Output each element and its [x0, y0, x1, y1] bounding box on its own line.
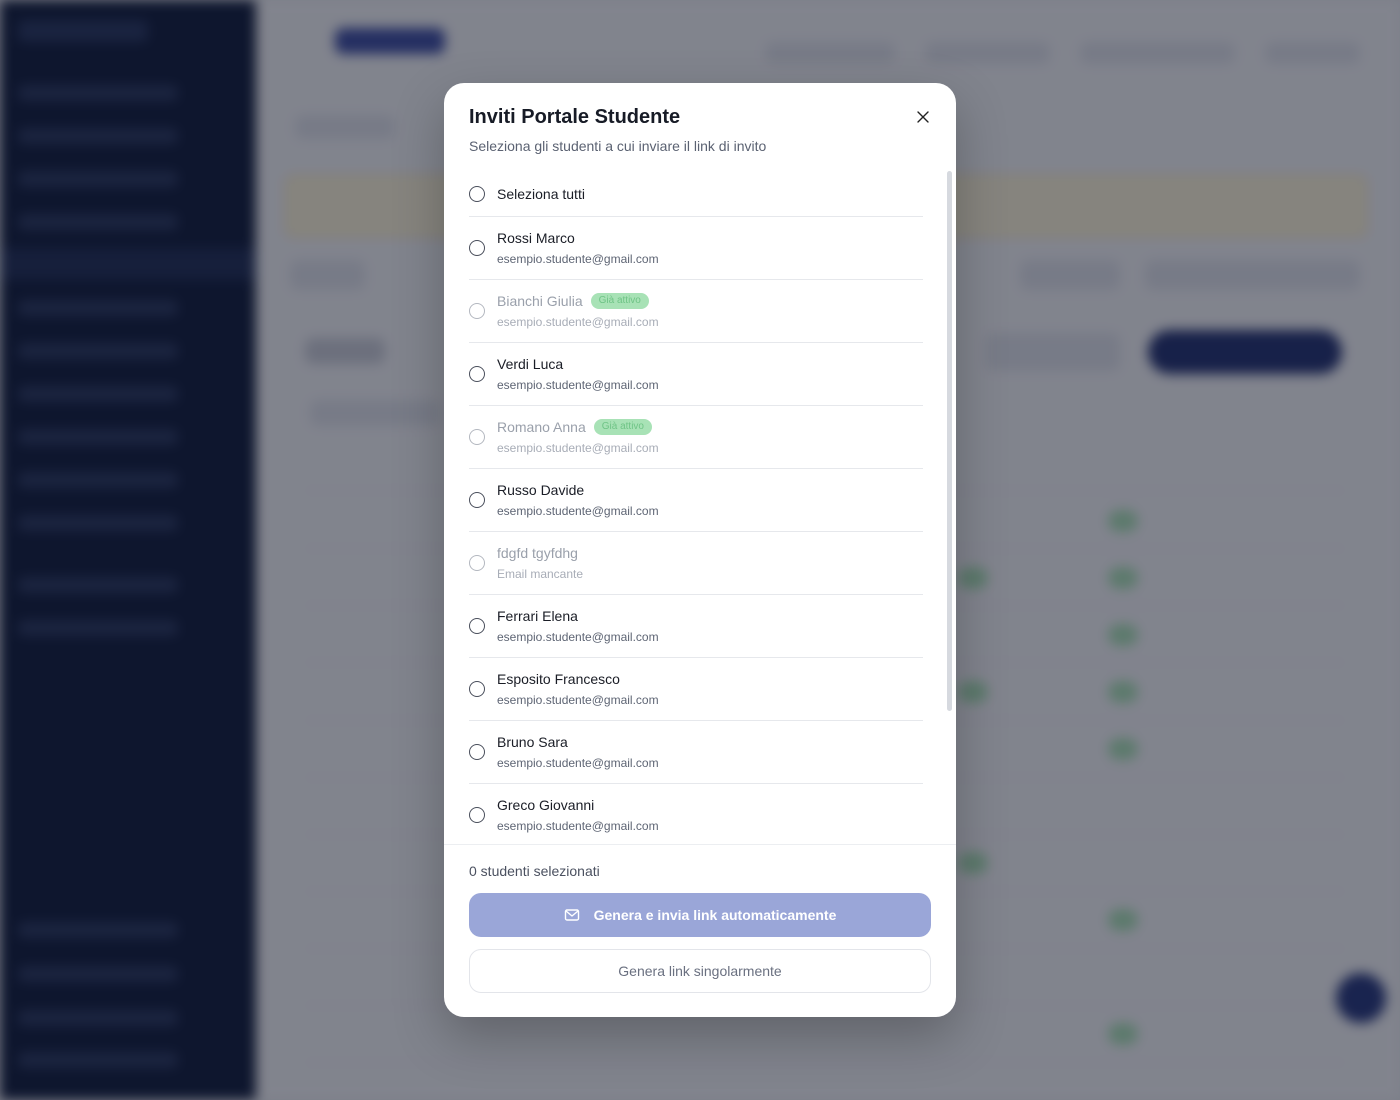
student-list: Seleziona tutti Rossi Marco esempio.stude… [469, 171, 923, 843]
student-email: esempio.studente@gmail.com [497, 378, 659, 392]
student-name: Rossi Marco [497, 230, 575, 246]
student-radio [469, 429, 485, 445]
modal-subtitle: Seleziona gli studenti a cui inviare il … [469, 138, 767, 154]
generate-single-button[interactable]: Genera link singolarmente [469, 949, 931, 993]
student-radio [469, 555, 485, 571]
student-radio[interactable] [469, 681, 485, 697]
select-all-row[interactable]: Seleziona tutti [469, 171, 923, 217]
student-name: fdgfd tgyfdhg [497, 545, 578, 561]
student-row[interactable]: Greco Giovanni esempio.studente@gmail.com [469, 784, 923, 843]
student-name-line: Ferrari Elena [497, 608, 578, 624]
student-row[interactable]: Rossi Marco esempio.studente@gmail.com [469, 217, 923, 280]
list-scrollbar[interactable] [947, 171, 952, 711]
student-name: Romano Anna [497, 419, 586, 435]
select-all-radio[interactable] [469, 185, 485, 202]
student-name: Russo Davide [497, 482, 585, 498]
student-email: esempio.studente@gmail.com [497, 756, 659, 770]
student-name-line: Verdi Luca [497, 356, 563, 372]
student-email: esempio.studente@gmail.com [497, 819, 659, 833]
student-row: Romano Anna Già attivo esempio.studente@gm… [469, 406, 923, 469]
student-radio[interactable] [469, 618, 485, 634]
student-row[interactable]: Ferrari Elena esempio.studente@gmail.com [469, 595, 923, 658]
student-rows: Rossi Marco esempio.studente@gmail.com Bia… [469, 217, 923, 843]
generate-single-button-label: Genera link singolarmente [618, 963, 782, 979]
student-name-line: Romano Anna Già attivo [497, 419, 652, 435]
student-radio[interactable] [469, 744, 485, 760]
student-radio [469, 303, 485, 319]
student-row: fdgfd tgyfdhg Email mancante [469, 532, 923, 595]
student-list-container[interactable]: Seleziona tutti Rossi Marco esempio.stude… [469, 171, 931, 843]
student-email: esempio.studente@gmail.com [497, 630, 659, 644]
student-name: Ferrari Elena [497, 608, 578, 624]
student-row[interactable]: Esposito Francesco esempio.studente@gmail… [469, 658, 923, 721]
student-name-line: fdgfd tgyfdhg [497, 545, 578, 561]
student-name: Esposito Francesco [497, 671, 620, 687]
student-email: esempio.studente@gmail.com [497, 441, 659, 455]
status-badge: Già attivo [593, 419, 652, 435]
selected-count: 0 studenti selezionati [469, 863, 600, 879]
mail-icon [564, 909, 579, 921]
student-radio[interactable] [469, 366, 485, 382]
invite-modal: Inviti Portale Studente Seleziona gli st… [444, 83, 956, 1017]
student-name-line: Esposito Francesco [497, 671, 620, 687]
student-name-line: Bianchi Giulia Già attivo [497, 293, 649, 309]
student-email: esempio.studente@gmail.com [497, 315, 659, 329]
student-name-line: Greco Giovanni [497, 797, 594, 813]
student-name: Verdi Luca [497, 356, 564, 372]
student-name: Greco Giovanni [497, 797, 595, 813]
student-name-line: Russo Davide [497, 482, 584, 498]
select-all-label: Seleziona tutti [497, 185, 585, 202]
close-icon [917, 111, 929, 123]
close-button[interactable] [908, 102, 938, 132]
student-row[interactable]: Russo Davide esempio.studente@gmail.com [469, 469, 923, 532]
student-email: Email mancante [497, 567, 584, 581]
student-email: esempio.studente@gmail.com [497, 252, 659, 266]
modal-title: Inviti Portale Studente [469, 106, 681, 128]
student-email: esempio.studente@gmail.com [497, 504, 659, 518]
student-row[interactable]: Bruno Sara esempio.studente@gmail.com [469, 721, 923, 784]
student-row[interactable]: Verdi Luca esempio.studente@gmail.com [469, 343, 923, 406]
student-radio[interactable] [469, 807, 485, 823]
student-email: esempio.studente@gmail.com [497, 693, 659, 707]
student-radio[interactable] [469, 240, 485, 256]
student-name-line: Bruno Sara [497, 734, 568, 750]
student-name: Bianchi Giulia [497, 293, 583, 309]
student-name-line: Rossi Marco [497, 230, 575, 246]
send-all-button-label: Genera e invia link automaticamente [593, 907, 837, 923]
student-row: Bianchi Giulia Già attivo esempio.studente… [469, 280, 923, 343]
footer-divider [444, 844, 956, 845]
send-all-button[interactable]: Genera e invia link automaticamente [469, 893, 931, 937]
status-badge: Già attivo [590, 293, 649, 309]
student-name: Bruno Sara [497, 734, 568, 750]
student-radio[interactable] [469, 492, 485, 508]
